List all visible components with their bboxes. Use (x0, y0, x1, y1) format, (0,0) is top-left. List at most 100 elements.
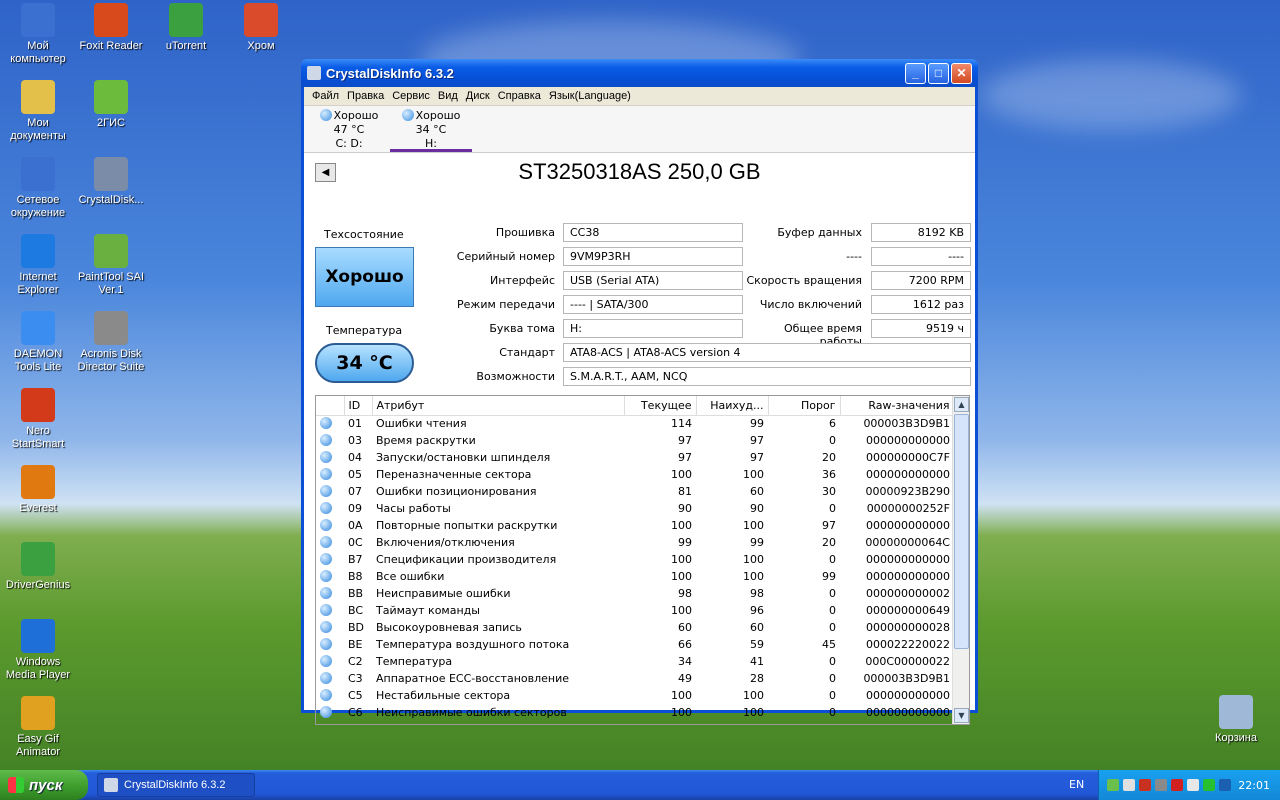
minimize-button[interactable]: _ (905, 62, 926, 84)
smart-header-worst[interactable]: Наихуд... (696, 396, 769, 416)
menu-view[interactable]: Вид (434, 90, 462, 102)
desktop-icon[interactable]: Acronis Disk Director Suite (73, 311, 149, 374)
language-indicator[interactable]: EN (1069, 778, 1084, 791)
desktop-icon[interactable]: Корзина (1198, 695, 1274, 745)
smart-row[interactable]: C5 Нестабильные сектора 100 100 0 00000000000… (316, 687, 954, 704)
previous-disk-button[interactable]: ◀ (315, 163, 336, 182)
smart-header-current[interactable]: Текущее (624, 396, 697, 416)
menu-help[interactable]: Справка (494, 90, 545, 102)
desktop-icon-label: PaintTool SAI Ver.1 (77, 271, 145, 296)
smart-row[interactable]: B8 Все ошибки 100 100 99 000000000000 (316, 568, 954, 585)
info-value: 8192 KB (871, 223, 971, 242)
daemon-tools-icon (21, 311, 55, 345)
tray-device-icon[interactable] (1155, 779, 1167, 791)
network-signal-icon[interactable] (1123, 779, 1135, 791)
smart-row[interactable]: C2 Температура 34 41 0 000C00000022 (316, 653, 954, 670)
smart-row[interactable]: 01 Ошибки чтения 114 99 6 000003B3D9B1 (316, 415, 954, 432)
smart-scrollbar[interactable]: ▲ ▼ (952, 396, 969, 724)
disk-tab-h[interactable]: Хорошо 34 °C H: (390, 106, 472, 152)
smart-worst: 60 (750, 621, 764, 634)
smart-row[interactable]: C3 Аппаратное ECC-восстановление 49 28 0 0000… (316, 670, 954, 687)
smart-current: 34 (678, 655, 692, 668)
smart-row[interactable]: BB Неисправимые ошибки 98 98 0 000000000002 (316, 585, 954, 602)
tray-display-icon[interactable] (1219, 779, 1231, 791)
menu-file[interactable]: Файл (308, 90, 343, 102)
smart-row[interactable]: BE Температура воздушного потока 66 59 45 000… (316, 636, 954, 653)
smart-header-threshold[interactable]: Порог (768, 396, 841, 416)
menu-service[interactable]: Сервис (388, 90, 434, 102)
smart-row[interactable]: 05 Переназначенные сектора 100 100 36 0000000… (316, 466, 954, 483)
scroll-down-icon[interactable]: ▼ (954, 708, 969, 723)
smart-current: 100 (671, 553, 692, 566)
desktop-icon[interactable]: uTorrent (148, 3, 224, 53)
volume-icon[interactable] (1187, 779, 1199, 791)
tray-status-icon[interactable] (1203, 779, 1215, 791)
smart-row[interactable]: BC Таймаут команды 100 96 0 000000000649 (316, 602, 954, 619)
desktop-icon[interactable]: Хром (223, 3, 299, 53)
start-button[interactable]: пуск (0, 770, 88, 800)
desktop-icon[interactable]: Мои документы (0, 80, 76, 143)
scroll-thumb[interactable] (954, 414, 969, 649)
menu-edit[interactable]: Правка (343, 90, 388, 102)
smart-row[interactable]: B7 Спецификации производителя 100 100 0 00000… (316, 551, 954, 568)
taskbar-crystaldisk-button[interactable]: CrystalDiskInfo 6.3.2 (97, 773, 255, 797)
tray-alert-icon[interactable] (1139, 779, 1151, 791)
smart-header-raw[interactable]: Raw-значения (840, 396, 955, 416)
smart-row[interactable]: 0A Повторные попытки раскрутки 100 100 97 000… (316, 517, 954, 534)
smart-row[interactable]: 09 Часы работы 90 90 0 00000000252F (316, 500, 954, 517)
health-status[interactable]: Хорошо (315, 247, 414, 307)
smart-status-cell (316, 551, 344, 568)
disk-tab-c[interactable]: Хорошо 47 °C C: D: (308, 106, 390, 152)
smart-row[interactable]: 03 Время раскрутки 97 97 0 000000000000 (316, 432, 954, 449)
desktop-icon[interactable]: Internet Explorer (0, 234, 76, 297)
smart-row[interactable]: 07 Ошибки позиционирования 81 60 30 00000923B… (316, 483, 954, 500)
temperature-label: Температура (326, 324, 403, 337)
desktop-icon[interactable]: PaintTool SAI Ver.1 (73, 234, 149, 297)
smart-threshold: 45 (822, 638, 836, 651)
smart-worst: 100 (743, 570, 764, 583)
desktop-icon[interactable]: Windows Media Player (0, 619, 76, 682)
tray-app-icon[interactable] (1107, 779, 1119, 791)
desktop-icon[interactable]: CrystalDisk... (73, 157, 149, 207)
maximize-button[interactable]: □ (928, 62, 949, 84)
smart-worst: 28 (750, 672, 764, 685)
smart-current: 100 (671, 519, 692, 532)
desktop-icon[interactable]: Foxit Reader (73, 3, 149, 53)
smart-status-cell (316, 687, 344, 704)
desktop-icon[interactable]: 2ГИС (73, 80, 149, 130)
menu-disk[interactable]: Диск (462, 90, 494, 102)
smart-row[interactable]: BD Высокоуровневая запись 60 60 0 00000000002… (316, 619, 954, 636)
temperature-value[interactable]: 34 °C (315, 343, 414, 383)
smart-attribute: Время раскрутки (376, 434, 476, 447)
smart-threshold: 0 (829, 655, 836, 668)
smart-attribute: Температура воздушного потока (376, 638, 570, 651)
smart-header-status[interactable] (316, 396, 345, 416)
smart-row[interactable]: C6 Неисправимые ошибки секторов 100 100 0 000… (316, 704, 954, 721)
window-titlebar[interactable]: CrystalDiskInfo 6.3.2 _ □ ✕ (301, 59, 978, 87)
smart-status-cell (316, 670, 344, 687)
smart-id: 03 (348, 434, 362, 447)
desktop-icon[interactable]: DAEMON Tools Lite (0, 311, 76, 374)
close-button[interactable]: ✕ (951, 62, 972, 84)
smart-row[interactable]: 04 Запуски/остановки шпинделя 97 97 20 000000… (316, 449, 954, 466)
desktop-icon[interactable]: DriverGenius (0, 542, 76, 592)
smart-header-id[interactable]: ID (344, 396, 373, 416)
smart-status-cell (316, 534, 344, 551)
desktop-icon[interactable]: Сетевое окружение (0, 157, 76, 220)
smart-row[interactable]: 0C Включения/отключения 99 99 20 00000000064C (316, 534, 954, 551)
tray-security-icon[interactable] (1171, 779, 1183, 791)
smart-raw: 000000000000 (866, 519, 950, 532)
smart-attribute: Переназначенные сектора (376, 468, 532, 481)
smart-raw: 000000000028 (866, 621, 950, 634)
desktop-icon[interactable]: Мой компьютер (0, 3, 76, 66)
desktop-icon[interactable]: Everest (0, 465, 76, 515)
scroll-up-icon[interactable]: ▲ (954, 397, 969, 412)
info-label: Число включений (759, 298, 862, 311)
desktop-icon[interactable]: Easy Gif Animator (0, 696, 76, 759)
smart-header-attribute[interactable]: Атрибут (372, 396, 625, 416)
smart-current: 97 (678, 451, 692, 464)
menu-language[interactable]: Язык(Language) (545, 90, 635, 102)
clock[interactable]: 22:01 (1238, 779, 1270, 792)
desktop-icon[interactable]: Nero StartSmart (0, 388, 76, 451)
smart-threshold: 0 (829, 553, 836, 566)
